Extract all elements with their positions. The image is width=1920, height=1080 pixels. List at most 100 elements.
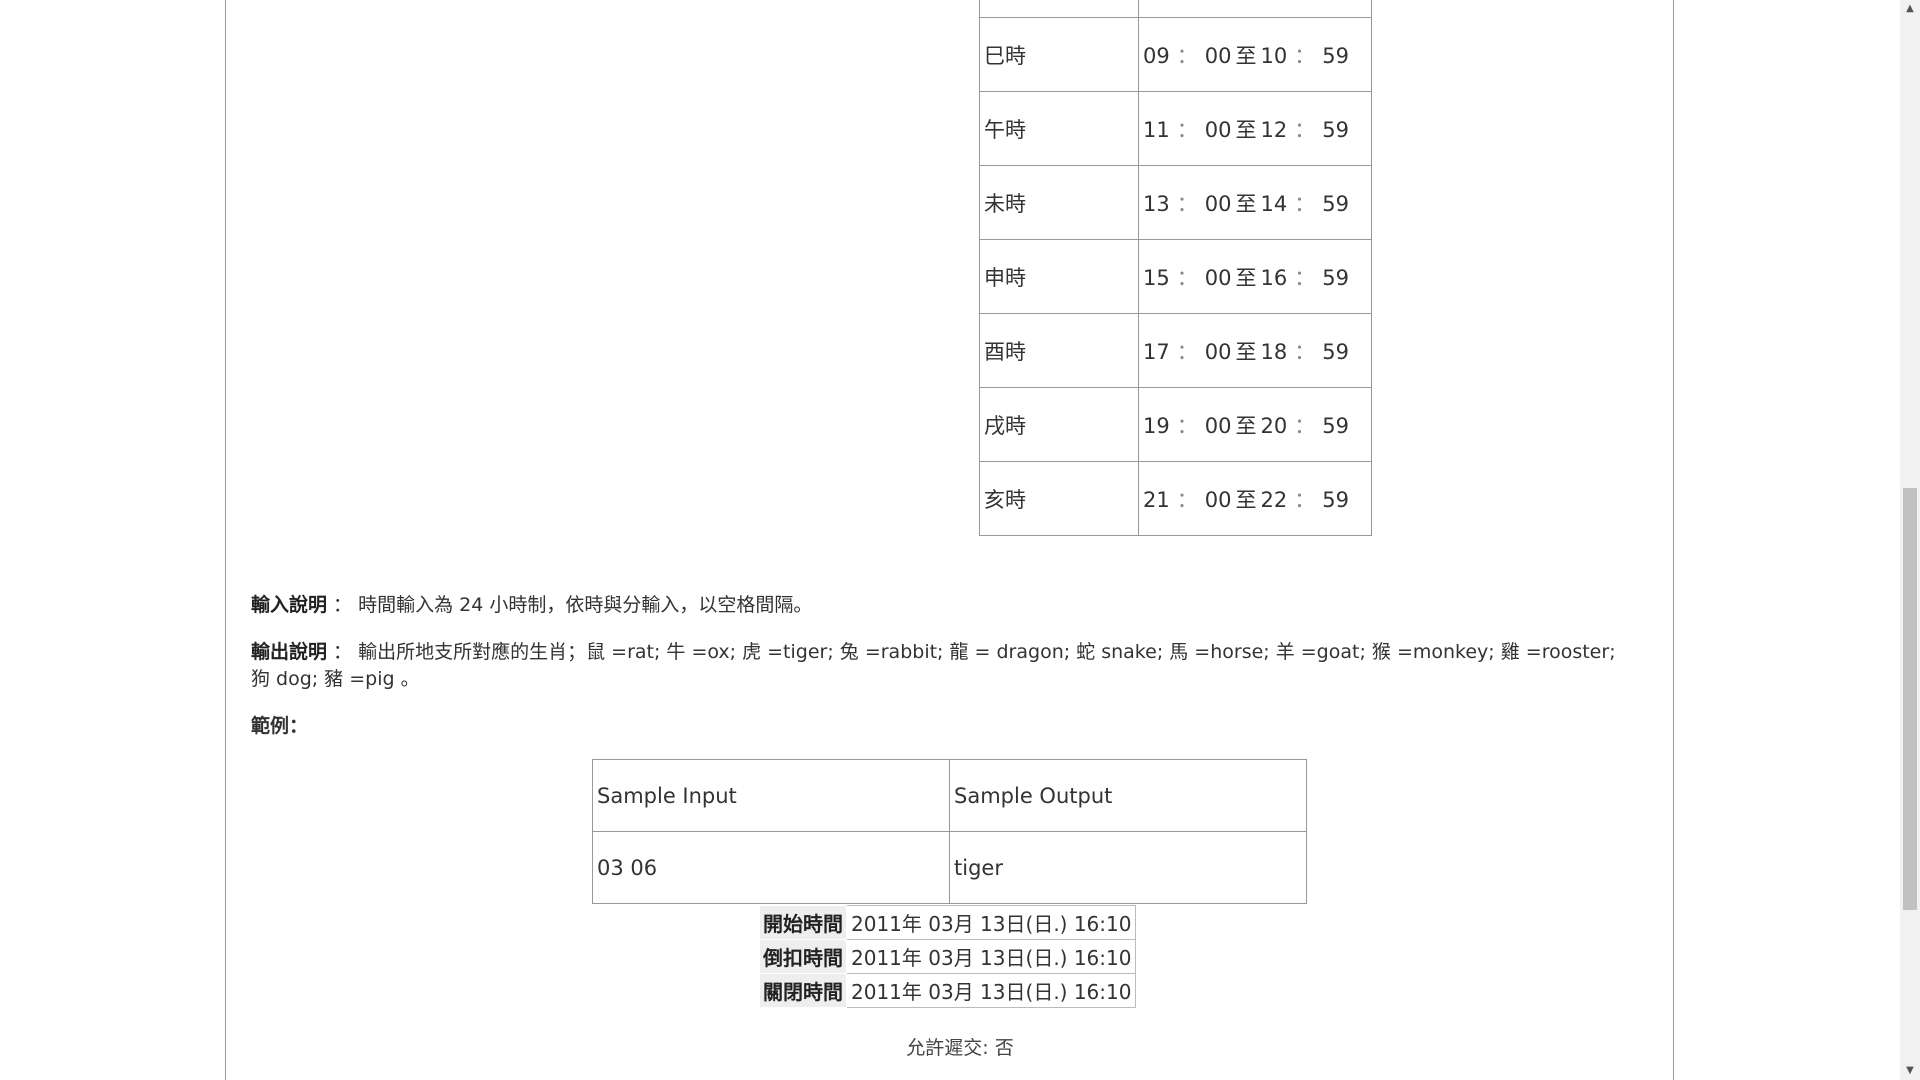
table-row: 倒扣時間 2011年 03月 13日(日.) 16:10 <box>759 939 1137 974</box>
sample-table: Sample Input Sample Output 03 06 tiger <box>592 759 1307 904</box>
start-hour: 21 <box>1143 487 1170 512</box>
end-minute: 59 <box>1322 43 1349 68</box>
start-minute: 00 <box>1204 117 1232 142</box>
start-hour: 13 <box>1143 191 1170 216</box>
table-row: 午時 11： 00 至 12： 59 <box>979 91 1372 166</box>
branch-name: 酉時 <box>979 313 1139 388</box>
range-to: 至 <box>1235 413 1257 438</box>
table-row <box>979 0 1372 18</box>
end-hour: 16 <box>1260 265 1288 290</box>
table-row: 申時 15： 00 至 16： 59 <box>979 239 1372 314</box>
input-description-label: 輸入說明 <box>251 594 328 616</box>
branch-name: 未時 <box>979 165 1139 240</box>
end-minute: 59 <box>1322 265 1349 290</box>
sample-output-value: tiger <box>949 831 1307 904</box>
colon: ： <box>1176 413 1198 438</box>
start-hour: 09 <box>1143 43 1170 68</box>
colon: ： <box>1294 117 1316 142</box>
colon: ： <box>1294 413 1316 438</box>
start-minute: 00 <box>1204 191 1232 216</box>
deduct-time-value: 2011年 03月 13日(日.) 16:10 <box>845 939 1137 974</box>
end-minute: 59 <box>1322 117 1349 142</box>
colon: ： <box>1294 487 1316 512</box>
colon: ： <box>1294 191 1316 216</box>
range-to: 至 <box>1235 43 1257 68</box>
table-row: 03 06 tiger <box>592 831 1307 904</box>
start-minute: 00 <box>1204 43 1232 68</box>
table-row: 未時 13： 00 至 14： 59 <box>979 165 1372 240</box>
branch-name: 午時 <box>979 91 1139 166</box>
start-hour: 19 <box>1143 413 1170 438</box>
branch-name: 申時 <box>979 239 1139 314</box>
end-hour: 12 <box>1260 117 1288 142</box>
table-row: 巳時 09： 00 至 10： 59 <box>979 17 1372 92</box>
table-row: Sample Input Sample Output <box>592 759 1307 832</box>
end-minute: 59 <box>1322 413 1349 438</box>
table-row: 關閉時間 2011年 03月 13日(日.) 16:10 <box>759 973 1137 1008</box>
input-description-separator: ： <box>327 594 359 616</box>
start-minute: 00 <box>1204 487 1232 512</box>
time-range: 09： 00 至 10： 59 <box>1138 17 1372 92</box>
colon: ： <box>1176 43 1198 68</box>
output-description-separator: ： <box>327 641 359 663</box>
colon: ： <box>1176 265 1198 290</box>
time-range: 13： 00 至 14： 59 <box>1138 165 1372 240</box>
start-hour: 11 <box>1143 117 1170 142</box>
time-range: 11： 00 至 12： 59 <box>1138 91 1372 166</box>
colon: ： <box>1176 487 1198 512</box>
start-time-value: 2011年 03月 13日(日.) 16:10 <box>845 905 1137 940</box>
range-to: 至 <box>1235 487 1257 512</box>
output-description: 輸出說明 ： 輸出所地支所對應的生肖；鼠 =rat; 牛 =ox; 虎 =tig… <box>251 639 1631 693</box>
table-row: 亥時 21： 00 至 22： 59 <box>979 461 1372 536</box>
table-row: 酉時 17： 00 至 18： 59 <box>979 313 1372 388</box>
branch-name: 亥時 <box>979 461 1139 536</box>
table-cell <box>979 0 1139 18</box>
scroll-up-icon[interactable]: ▲ <box>1900 0 1920 18</box>
time-range: 17： 00 至 18： 59 <box>1138 313 1372 388</box>
colon: ： <box>1294 265 1316 290</box>
output-description-label: 輸出說明 <box>251 641 328 663</box>
colon: ： <box>1176 191 1198 216</box>
input-description: 輸入說明 ： 時間輸入為 24 小時制，依時與分輸入，以空格間隔。 <box>251 592 1631 619</box>
start-hour: 15 <box>1143 265 1170 290</box>
colon: ： <box>1294 43 1316 68</box>
scroll-down-icon[interactable]: ▼ <box>1900 1062 1920 1080</box>
deduct-time-label: 倒扣時間 <box>759 939 847 974</box>
time-info-table: 開始時間 2011年 03月 13日(日.) 16:10 倒扣時間 2011年 … <box>759 905 1137 1008</box>
range-to: 至 <box>1235 117 1257 142</box>
output-description-text: 輸出所地支所對應的生肖；鼠 =rat; 牛 =ox; 虎 =tiger; 兔 =… <box>251 641 1616 690</box>
sample-input-header: Sample Input <box>592 759 950 832</box>
input-description-text: 時間輸入為 24 小時制，依時與分輸入，以空格間隔。 <box>358 594 813 616</box>
vertical-scrollbar[interactable]: ▲ ▼ <box>1900 0 1920 1080</box>
table-cell <box>1138 0 1372 18</box>
end-hour: 10 <box>1260 43 1288 68</box>
close-time-label: 關閉時間 <box>759 973 847 1008</box>
end-hour: 18 <box>1260 339 1288 364</box>
colon: ： <box>1294 339 1316 364</box>
end-minute: 59 <box>1322 487 1349 512</box>
time-range: 19： 00 至 20： 59 <box>1138 387 1372 462</box>
start-minute: 00 <box>1204 265 1232 290</box>
start-minute: 00 <box>1204 339 1232 364</box>
branch-name: 戌時 <box>979 387 1139 462</box>
time-branch-table: 巳時 09： 00 至 10： 59 午時 11： 00 至 12： 59 未時 13： 00 至 14： 59 申… <box>979 0 1372 536</box>
scrollbar-thumb[interactable] <box>1903 488 1917 910</box>
range-to: 至 <box>1235 265 1257 290</box>
table-row: 戌時 19： 00 至 20： 59 <box>979 387 1372 462</box>
range-to: 至 <box>1235 339 1257 364</box>
sample-input-value: 03 06 <box>592 831 950 904</box>
time-range: 15： 00 至 16： 59 <box>1138 239 1372 314</box>
end-hour: 14 <box>1260 191 1288 216</box>
range-to: 至 <box>1235 191 1257 216</box>
start-hour: 17 <box>1143 339 1170 364</box>
start-minute: 00 <box>1204 413 1232 438</box>
start-time-label: 開始時間 <box>759 905 847 940</box>
table-row: 開始時間 2011年 03月 13日(日.) 16:10 <box>759 905 1137 940</box>
late-submit-status: 允許遲交: 否 <box>906 1037 1014 1059</box>
end-minute: 59 <box>1322 191 1349 216</box>
colon: ： <box>1176 339 1198 364</box>
end-hour: 20 <box>1260 413 1288 438</box>
end-hour: 22 <box>1260 487 1288 512</box>
branch-name: 巳時 <box>979 17 1139 92</box>
example-label: 範例： <box>251 715 309 737</box>
